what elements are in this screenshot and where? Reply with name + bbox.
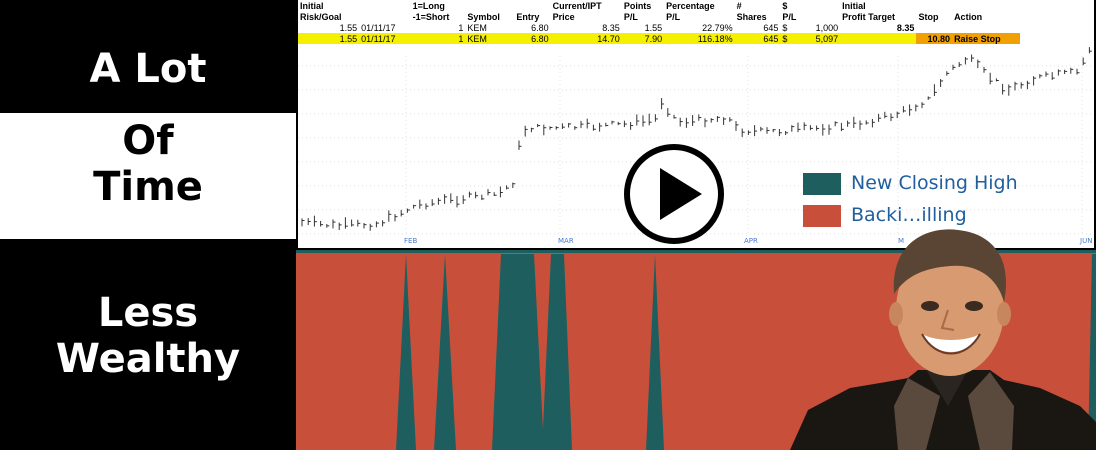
table-cell: KEM [467, 22, 487, 33]
table-header [359, 11, 411, 22]
table-header: Stop [918, 11, 939, 22]
table-cell: KEM [465, 33, 515, 44]
presenter-photo [790, 229, 1096, 450]
table-header [805, 0, 841, 11]
month-label: FEB [404, 237, 417, 245]
table-cell: 645 [763, 22, 779, 33]
video-thumbnail: A Lot Of Time Less Wealthy FEB MAR APR M JUN… [0, 0, 1096, 450]
chart-panel: FEB MAR APR M JUN Initial 1=Long Current/IPT… [296, 0, 1096, 450]
table-cell: 01/11/17 [361, 22, 396, 33]
table-header: Current/IPT [552, 0, 602, 11]
table-header: Price [552, 11, 575, 22]
table-cell: $ [780, 33, 805, 44]
caption-a-lot: A Lot [89, 46, 207, 92]
table-header: Percentage [666, 0, 715, 11]
signal-spike [492, 254, 544, 450]
table-cell: 1.55 [644, 22, 663, 33]
table-header: 1=Long [412, 0, 445, 11]
table-header: Points [623, 0, 652, 11]
table-cell: 5,097 [804, 33, 841, 44]
table-header [916, 0, 952, 11]
table-header: Risk/Goal [300, 11, 342, 22]
table-header: Shares [736, 11, 767, 22]
table-cell: 7.90 [621, 33, 665, 44]
table-cell: $ [782, 22, 788, 33]
signal-spike [396, 254, 416, 450]
table-cell: 22.79% [702, 22, 733, 33]
signal-spike [646, 254, 664, 450]
trade-table: Initial 1=Long Current/IPT Points Percen… [298, 0, 1020, 44]
table-cell: 1 [410, 33, 466, 44]
legend-label: New Closing High [851, 172, 1018, 194]
table-header: Symbol [467, 11, 500, 22]
table-header: $ [782, 0, 788, 11]
table-cell: 14.70 [550, 33, 622, 44]
caption-of-time: Of Time [93, 118, 203, 210]
signal-spike [542, 254, 572, 450]
table-header-row: Initial 1=Long Current/IPT Points Percen… [298, 0, 1020, 11]
caption-panel: A Lot Of Time Less Wealthy [0, 0, 296, 450]
table-header [952, 0, 1020, 11]
legend-swatch-teal [803, 172, 841, 195]
action-cell: Raise Stop [952, 33, 1020, 44]
table-cell [840, 33, 917, 44]
table-cell: 6.80 [531, 22, 549, 33]
table-cell: 1.55 [298, 33, 360, 44]
stop-cell: 10.80 [916, 33, 953, 44]
table-cell [916, 22, 952, 33]
table-cell: 01/11/17 [359, 33, 411, 44]
table-cell: 645 [734, 33, 781, 44]
caption-less-wealthy: Less Wealthy [55, 290, 241, 382]
play-button-icon[interactable] [622, 142, 726, 246]
table-cell: 8.35 [896, 22, 915, 33]
table-header: Action [954, 11, 983, 22]
table-header [805, 11, 841, 22]
table-header: Initial [300, 0, 324, 11]
signal-spike [434, 254, 456, 450]
table-cell: 1,000 [815, 22, 839, 33]
table-header: Initial [842, 0, 866, 11]
table-header [359, 0, 411, 11]
month-label: MAR [558, 237, 574, 245]
table-cell: 6.80 [514, 33, 551, 44]
legend-item-new-closing-high: New Closing High [803, 172, 1018, 195]
table-row: 1.55 01/11/17 1 KEM 6.80 8.35 1.55 22.79… [298, 22, 1020, 33]
table-cell [952, 22, 1020, 33]
table-header [465, 0, 514, 11]
table-header-row: Risk/Goal -1=Short Symbol Entry Price P/… [298, 11, 1020, 22]
table-header: P/L [666, 11, 681, 22]
table-header: Entry [516, 11, 540, 22]
table-cell: 1 [458, 22, 464, 33]
table-cell: 1.55 [339, 22, 358, 33]
month-label: APR [744, 237, 758, 245]
table-header: # [736, 0, 742, 11]
table-cell: 8.35 [602, 22, 620, 33]
table-cell: 116.18% [664, 33, 735, 44]
table-row-highlighted: 1.55 01/11/17 1 KEM 6.80 14.70 7.90 116.… [298, 33, 1020, 44]
table-header: P/L [782, 11, 797, 22]
table-header: -1=Short [412, 11, 450, 22]
table-header [514, 0, 550, 11]
table-header: P/L [623, 11, 638, 22]
table-header: Profit Target [842, 11, 895, 22]
